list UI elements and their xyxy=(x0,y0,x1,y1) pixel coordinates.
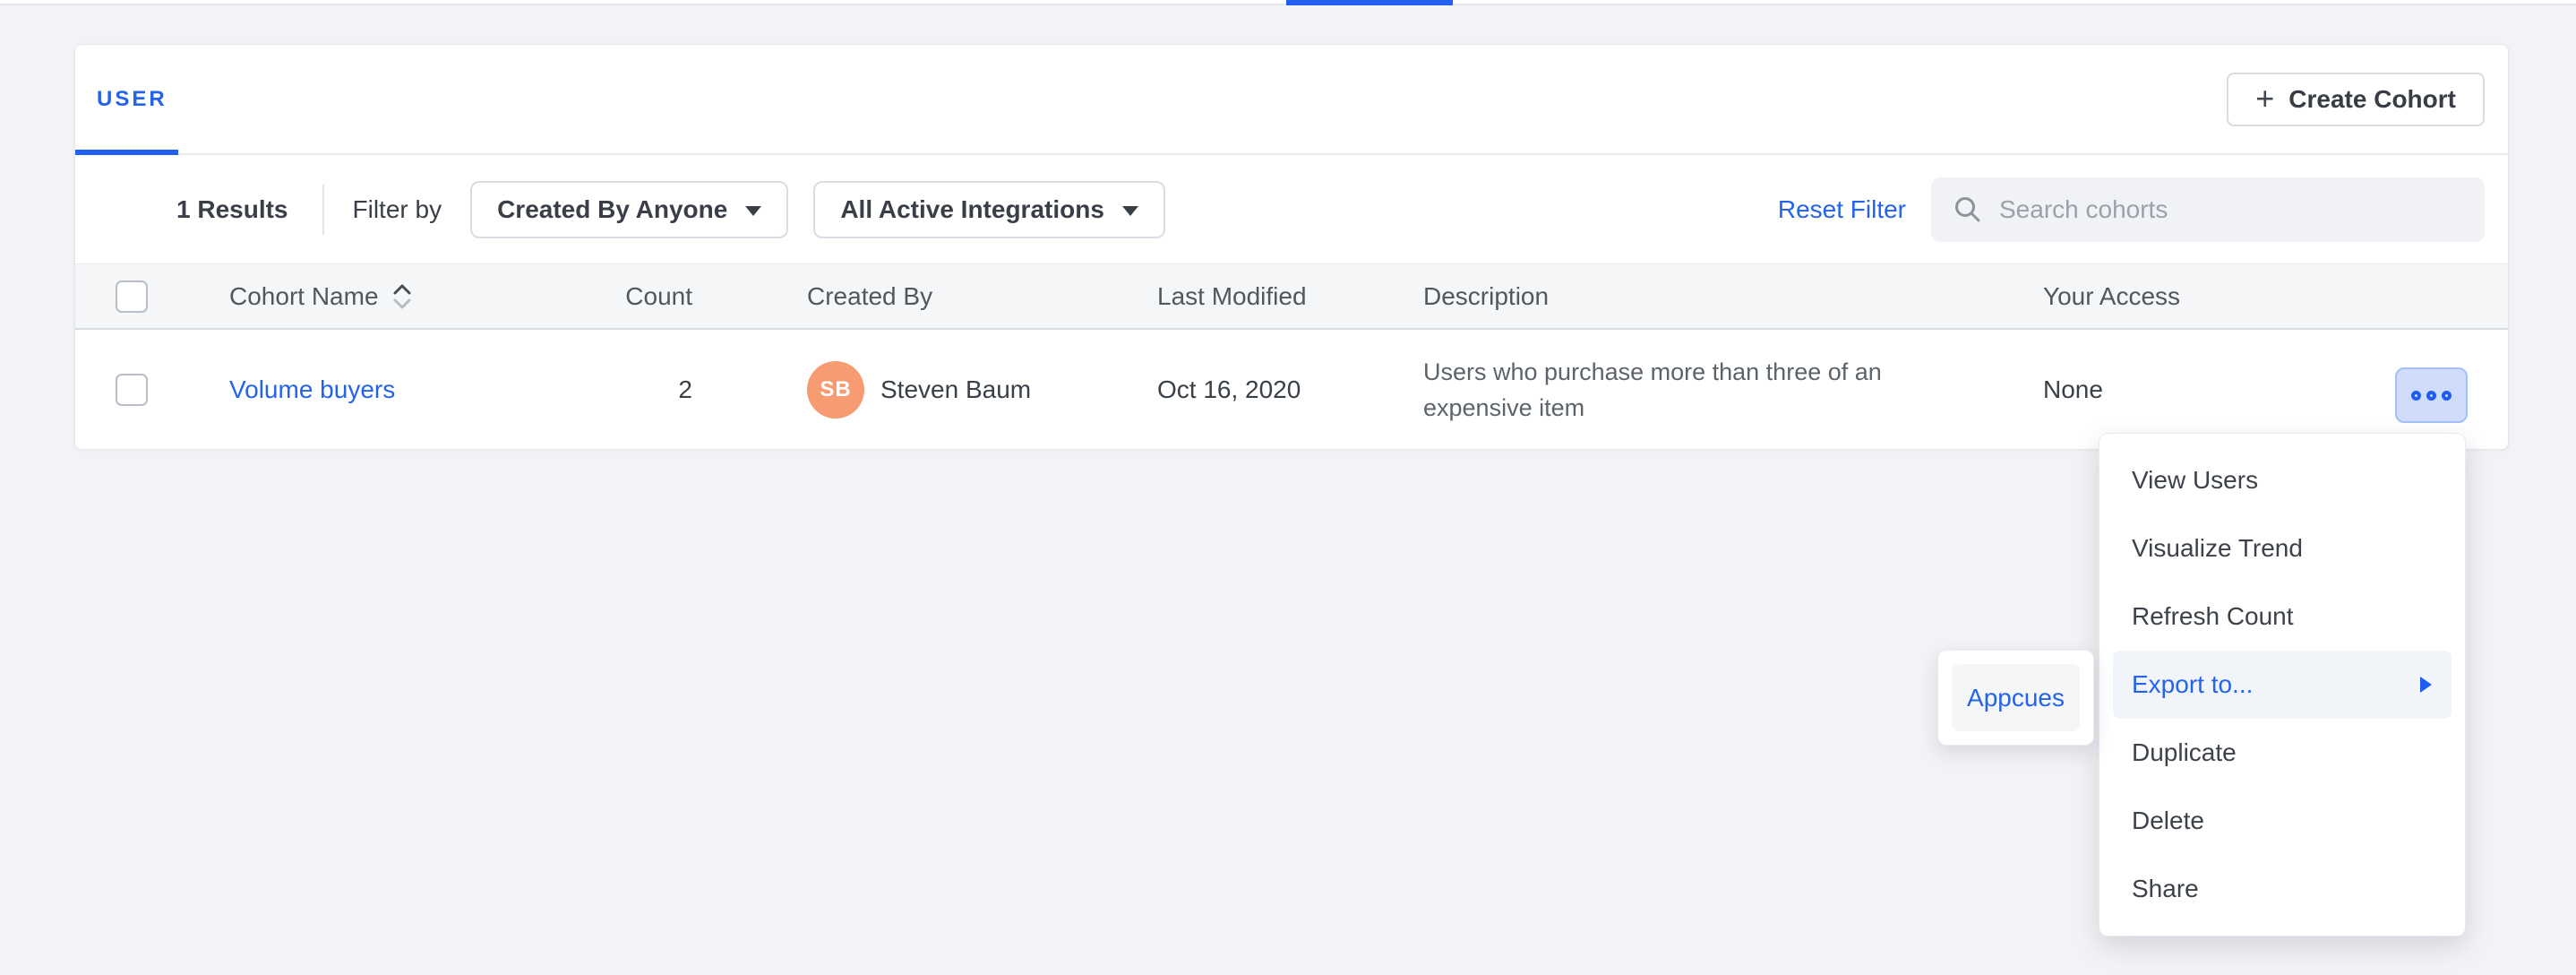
column-header-your-access[interactable]: Your Access xyxy=(2043,282,2180,311)
column-header-description[interactable]: Description xyxy=(1423,282,1549,311)
integrations-dropdown[interactable]: All Active Integrations xyxy=(813,181,1165,238)
table-row: Volume buyers 2 SB Steven Baum Oct 16, 2… xyxy=(75,330,2508,449)
cohorts-card: USER + Create Cohort 1 Results Filter by… xyxy=(74,44,2509,450)
created-by-dropdown-value: Created By Anyone xyxy=(497,195,727,224)
active-nav-tab-indicator xyxy=(1286,0,1453,5)
last-modified-date: Oct 16, 2020 xyxy=(1157,375,1301,404)
menu-item-view-users[interactable]: View Users xyxy=(2099,446,2465,514)
creator-name: Steven Baum xyxy=(880,375,1031,404)
search-icon xyxy=(1953,194,1983,225)
plus-icon: + xyxy=(2255,82,2274,115)
tab-user-active-underline xyxy=(75,150,178,155)
menu-item-visualize-trend[interactable]: Visualize Trend xyxy=(2099,514,2465,582)
tab-user[interactable]: USER xyxy=(97,87,178,112)
table-header-row: Cohort Name Count Created By Last Modifi… xyxy=(75,263,2508,330)
menu-item-export-to-label: Export to... xyxy=(2132,670,2253,699)
search-box[interactable] xyxy=(1931,177,2485,242)
menu-item-share[interactable]: Share xyxy=(2099,855,2465,923)
row-actions-button[interactable] xyxy=(2395,367,2468,423)
cohort-count: 2 xyxy=(577,375,692,404)
filter-bar: 1 Results Filter by Created By Anyone Al… xyxy=(75,155,2508,263)
kebab-horizontal-icon xyxy=(2442,391,2451,401)
chevron-down-icon xyxy=(745,206,761,216)
sort-icon[interactable] xyxy=(391,282,413,311)
cohort-description: Users who purchase more than three of an… xyxy=(1423,354,1961,426)
kebab-horizontal-icon xyxy=(2426,391,2436,401)
integrations-dropdown-value: All Active Integrations xyxy=(840,195,1104,224)
avatar: SB xyxy=(807,361,864,418)
created-by-dropdown[interactable]: Created By Anyone xyxy=(470,181,788,238)
select-all-checkbox[interactable] xyxy=(116,280,148,313)
menu-item-export-to[interactable]: Export to... xyxy=(2113,651,2451,719)
row-checkbox[interactable] xyxy=(116,374,148,406)
your-access-value: None xyxy=(2043,375,2103,404)
create-cohort-button[interactable]: + Create Cohort xyxy=(2227,73,2485,126)
column-header-last-modified[interactable]: Last Modified xyxy=(1157,282,1307,311)
filter-by-label: Filter by xyxy=(353,195,442,224)
chevron-down-icon xyxy=(1122,206,1138,216)
column-header-count[interactable]: Count xyxy=(577,282,692,311)
row-actions-menu: View Users Visualize Trend Refresh Count… xyxy=(2099,433,2466,936)
column-header-cohort-name[interactable]: Cohort Name xyxy=(229,282,379,311)
export-submenu: Appcues xyxy=(1937,650,2094,746)
divider xyxy=(322,185,324,235)
card-tab-row: USER + Create Cohort xyxy=(75,45,2508,155)
create-cohort-label: Create Cohort xyxy=(2288,85,2456,114)
search-input[interactable] xyxy=(1999,195,2463,224)
menu-item-duplicate[interactable]: Duplicate xyxy=(2099,719,2465,787)
kebab-horizontal-icon xyxy=(2411,391,2421,401)
top-nav-strip xyxy=(0,0,2576,5)
menu-item-delete[interactable]: Delete xyxy=(2099,787,2465,855)
submenu-item-appcues[interactable]: Appcues xyxy=(1952,664,2080,731)
results-count: 1 Results xyxy=(176,195,288,224)
cohort-name-link[interactable]: Volume buyers xyxy=(229,375,395,403)
column-header-created-by[interactable]: Created By xyxy=(807,282,932,311)
reset-filter-link[interactable]: Reset Filter xyxy=(1778,195,1906,224)
menu-item-refresh-count[interactable]: Refresh Count xyxy=(2099,582,2465,651)
submenu-arrow-icon xyxy=(2420,677,2432,693)
